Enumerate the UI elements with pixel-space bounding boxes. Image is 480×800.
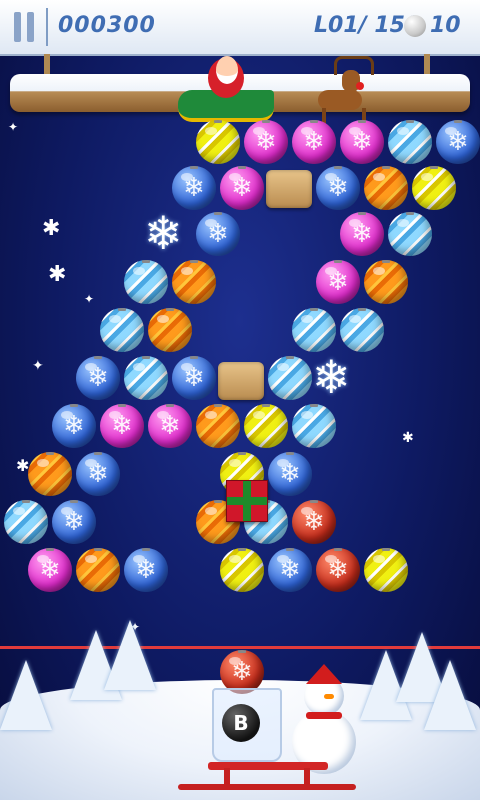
score-value: 000300 xyxy=(58,13,156,38)
orange-ornament-bubble xyxy=(28,452,72,496)
orange-ornament-bubble xyxy=(76,548,120,592)
orange-ornament-bubble xyxy=(364,166,408,210)
teal-ornament-bubble xyxy=(4,500,48,544)
teal-ornament-bubble xyxy=(340,308,384,352)
teal-ornament-bubble xyxy=(388,120,432,164)
star-icon: ✦ xyxy=(84,292,95,306)
teal-ornament-bubble xyxy=(388,212,432,256)
blue-ornament-bubble: ❄ xyxy=(316,166,360,210)
teal-ornament-bubble xyxy=(100,308,144,352)
blue-ornament-bubble: ❄ xyxy=(52,500,96,544)
red-ornament-bubble: ❄ xyxy=(292,500,336,544)
star-icon: ✦ xyxy=(8,120,19,134)
pink-ornament-bubble: ❄ xyxy=(340,120,384,164)
snowball-icon xyxy=(404,15,426,37)
yellow-ornament-bubble xyxy=(196,120,240,164)
star-icon: ✱ xyxy=(42,216,61,241)
tree-icon xyxy=(104,620,156,690)
tree-icon xyxy=(0,660,52,730)
santa-sleigh-icon xyxy=(178,52,278,124)
pink-ornament-bubble: ❄ xyxy=(220,166,264,210)
teal-ornament-bubble xyxy=(268,356,312,400)
pink-ornament-bubble: ❄ xyxy=(148,404,192,448)
tree-icon xyxy=(424,660,476,730)
teal-ornament-bubble xyxy=(124,260,168,304)
blue-ornament-bubble: ❄ xyxy=(196,212,240,256)
shots-remaining: 10 xyxy=(430,13,461,38)
wood-block xyxy=(218,362,264,400)
red-ornament-bubble: ❄ xyxy=(316,548,360,592)
reindeer-icon xyxy=(312,56,374,128)
sled-icon xyxy=(178,762,358,792)
blue-ornament-bubble: ❄ xyxy=(268,548,312,592)
bomb-button[interactable]: B xyxy=(222,704,260,742)
snowman-icon xyxy=(284,664,364,774)
wood-block xyxy=(266,170,312,208)
yellow-ornament-bubble xyxy=(412,166,456,210)
blue-ornament-bubble: ❄ xyxy=(124,548,168,592)
star-icon: ✱ xyxy=(402,430,414,446)
orange-ornament-bubble xyxy=(196,404,240,448)
pink-ornament-bubble: ❄ xyxy=(316,260,360,304)
pink-ornament-bubble: ❄ xyxy=(28,548,72,592)
blue-ornament-bubble: ❄ xyxy=(172,166,216,210)
pause-icon[interactable] xyxy=(12,12,36,42)
blue-ornament-bubble: ❄ xyxy=(76,356,120,400)
teal-ornament-bubble xyxy=(292,308,336,352)
orange-ornament-bubble xyxy=(172,260,216,304)
star-icon: ✦ xyxy=(32,358,44,374)
star-icon: ✱ xyxy=(48,262,67,287)
blue-ornament-bubble: ❄ xyxy=(76,452,120,496)
blue-ornament-bubble: ❄ xyxy=(436,120,480,164)
snowflake-icon: ❄ xyxy=(144,206,183,260)
hud-bar: 000300 L01/ 150 10 xyxy=(0,0,480,56)
pink-ornament-bubble: ❄ xyxy=(100,404,144,448)
snowflake-icon: ❄ xyxy=(312,350,351,404)
blue-ornament-bubble: ❄ xyxy=(172,356,216,400)
gift-box-icon xyxy=(226,480,268,522)
pink-ornament-bubble: ❄ xyxy=(292,120,336,164)
pink-ornament-bubble: ❄ xyxy=(340,212,384,256)
orange-ornament-bubble xyxy=(148,308,192,352)
blue-ornament-bubble: ❄ xyxy=(52,404,96,448)
pink-ornament-bubble: ❄ xyxy=(244,120,288,164)
blue-ornament-bubble: ❄ xyxy=(268,452,312,496)
yellow-ornament-bubble xyxy=(220,548,264,592)
yellow-ornament-bubble xyxy=(244,404,288,448)
teal-ornament-bubble xyxy=(124,356,168,400)
hud-divider xyxy=(46,8,48,46)
yellow-ornament-bubble xyxy=(364,548,408,592)
teal-ornament-bubble xyxy=(292,404,336,448)
orange-ornament-bubble xyxy=(364,260,408,304)
